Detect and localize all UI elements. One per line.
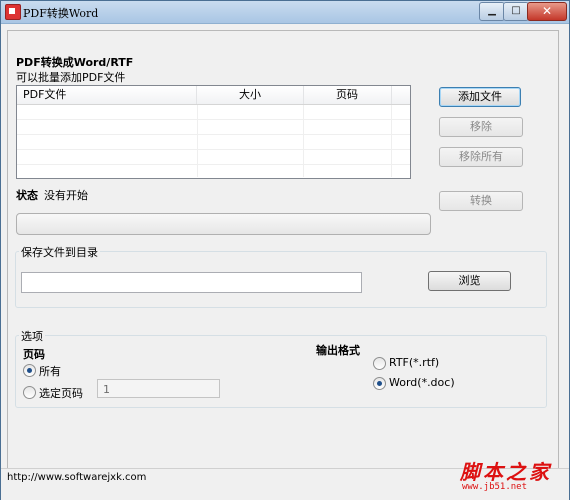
page-range-field[interactable]: 1 — [97, 379, 220, 398]
batch-hint: 可以批量添加PDF文件 — [16, 71, 126, 84]
row-divider — [17, 149, 410, 150]
pdf-app-icon — [5, 4, 21, 20]
watermark-text: 脚本之家 — [460, 460, 552, 484]
row-divider — [17, 119, 410, 120]
footer-url[interactable]: http://www.softwarejxk.com — [7, 472, 146, 483]
watermark-url: www.jb51.net — [462, 482, 528, 492]
save-directory-title: 保存文件到目录 — [19, 244, 100, 260]
remove-all-button[interactable]: 移除所有 — [439, 147, 523, 167]
selected-pages-label[interactable]: 选定页码 — [39, 385, 83, 401]
options-title: 选项 — [19, 328, 45, 344]
options-group — [15, 335, 547, 408]
add-file-button[interactable]: 添加文件 — [439, 87, 521, 107]
remove-button[interactable]: 移除 — [439, 117, 523, 137]
rtf-format-radio[interactable] — [373, 357, 386, 370]
minimize-button[interactable]: ▁ — [479, 2, 505, 21]
close-icon: ✕ — [541, 4, 553, 18]
selected-pages-radio[interactable] — [23, 386, 36, 399]
column-divider — [197, 105, 198, 177]
browse-button[interactable]: 浏览 — [428, 271, 511, 291]
column-pages[interactable]: 页码 — [303, 86, 392, 104]
title-bar[interactable]: PDF转换Word ▁ □ ✕ — [1, 1, 569, 24]
pdf-file-list[interactable]: PDF文件 大小 页码 — [16, 85, 411, 179]
minimize-icon: ▁ — [488, 5, 496, 16]
status-value: 没有开始 — [44, 189, 88, 202]
row-divider — [17, 164, 410, 165]
output-format-heading: 输出格式 — [316, 344, 360, 357]
maximize-button[interactable]: □ — [503, 2, 529, 21]
rtf-format-label[interactable]: RTF(*.rtf) — [389, 356, 439, 369]
convert-heading: PDF转换成Word/RTF — [16, 56, 134, 69]
pages-heading: 页码 — [23, 348, 45, 361]
output-directory-field[interactable] — [21, 272, 362, 293]
app-window: PDF转换Word ▁ □ ✕ PDF转换成Word/RTF 可以批量添加PDF… — [0, 0, 570, 500]
maximize-icon: □ — [511, 5, 521, 16]
list-header: PDF文件 大小 页码 — [17, 86, 410, 105]
column-divider — [391, 105, 392, 177]
row-divider — [17, 134, 410, 135]
column-pdf-file[interactable]: PDF文件 — [17, 86, 197, 104]
column-divider — [303, 105, 304, 177]
conversion-progress-bar — [16, 213, 431, 235]
close-button[interactable]: ✕ — [527, 2, 567, 21]
list-body[interactable] — [17, 105, 410, 177]
site-watermark: 脚本之家 www.jb51.net — [456, 456, 566, 496]
doc-format-label[interactable]: Word(*.doc) — [389, 376, 455, 389]
window-title: PDF转换Word — [23, 7, 99, 20]
all-pages-label[interactable]: 所有 — [39, 363, 61, 379]
all-pages-radio[interactable] — [23, 364, 36, 377]
doc-format-radio[interactable] — [373, 377, 386, 390]
status-label: 状态 — [16, 189, 38, 202]
column-size[interactable]: 大小 — [197, 86, 304, 104]
convert-button[interactable]: 转换 — [439, 191, 523, 211]
